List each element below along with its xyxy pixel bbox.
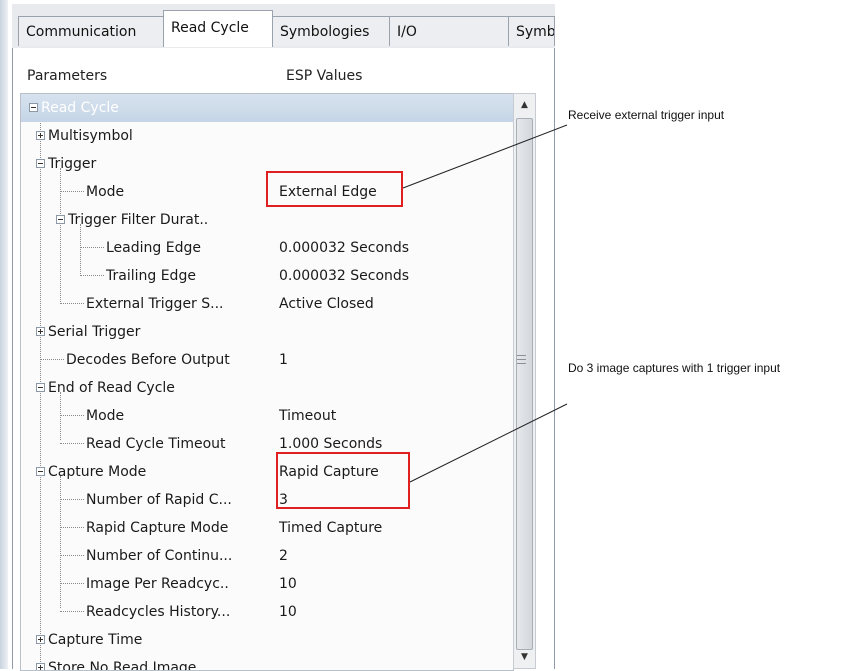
tree-row-image-per-readcycle[interactable]: Image Per Readcyc.. 10: [21, 570, 513, 598]
tree-row-label: Number of Rapid C...: [86, 492, 232, 508]
scrollbar-thumb[interactable]: [516, 118, 533, 650]
tree-row-label: Read Cycle Timeout: [86, 436, 226, 452]
tree-row-label: Capture Time: [48, 632, 143, 648]
tree-row-label: Rapid Capture Mode: [86, 520, 229, 536]
tree-row-number-of-continuous[interactable]: Number of Continu... 2: [21, 542, 513, 570]
tree-row-label: Trigger Filter Durat..: [68, 212, 209, 228]
collapse-icon[interactable]: [56, 215, 65, 224]
expand-icon[interactable]: [36, 327, 45, 336]
tree-row-label: Capture Mode: [48, 464, 147, 480]
tree-row-read-cycle[interactable]: Read Cycle: [21, 94, 513, 122]
highlight-box-trigger-mode: [266, 171, 403, 207]
tree-row-label: Number of Continu...: [86, 548, 233, 564]
tree-row-value[interactable]: 10: [279, 598, 297, 626]
tree-row-label: Leading Edge: [106, 240, 201, 256]
tree-row-decodes-before-output[interactable]: Decodes Before Output 1: [21, 346, 513, 374]
scroll-down-arrow-icon[interactable]: ▼: [514, 646, 535, 668]
tree-row-value[interactable]: Active Closed: [279, 290, 374, 318]
tab-symbologies[interactable]: Symbologies: [272, 16, 390, 46]
vertical-scrollbar[interactable]: ▲ ▼: [513, 93, 536, 669]
tab-bar: Communication Read Cycle Symbologies I/O…: [12, 4, 555, 49]
tree-row-end-of-read-cycle[interactable]: End of Read Cycle: [21, 374, 513, 402]
tree-row-label: Mode: [86, 408, 125, 424]
tree-row-external-trigger-state[interactable]: External Trigger S... Active Closed: [21, 290, 513, 318]
tree-row-read-cycle-timeout[interactable]: Read Cycle Timeout 1.000 Seconds: [21, 430, 513, 458]
tree-row-label: Readcycles History...: [86, 604, 231, 620]
tree-row-value[interactable]: Timed Capture: [279, 514, 382, 542]
tab-read-cycle[interactable]: Read Cycle: [163, 10, 273, 47]
tree-row-label: Trailing Edge: [106, 268, 196, 284]
tab-symbol-truncated[interactable]: Symb: [508, 16, 555, 46]
tree-row-store-no-read-image[interactable]: Store No Read Image: [21, 654, 513, 671]
tree-row-label: Serial Trigger: [48, 324, 141, 340]
tree-row-value[interactable]: 0.000032 Seconds: [279, 234, 409, 262]
collapse-icon[interactable]: [36, 159, 45, 168]
tree-row-label: Read Cycle: [41, 100, 119, 116]
tree-row-serial-trigger[interactable]: Serial Trigger: [21, 318, 513, 346]
column-header-parameters: Parameters: [27, 68, 108, 84]
scrollbar-grip-icon: [517, 355, 526, 364]
tree-row-label: Image Per Readcyc..: [86, 576, 229, 592]
tree-row-label: Store No Read Image: [48, 660, 197, 671]
tree-row-capture-mode[interactable]: Capture Mode Rapid Capture: [21, 458, 513, 486]
tree-row-capture-time[interactable]: Capture Time: [21, 626, 513, 654]
column-header-values: ESP Values: [286, 68, 363, 84]
scroll-up-arrow-icon[interactable]: ▲: [514, 94, 535, 116]
tree-row-rapid-capture-mode[interactable]: Rapid Capture Mode Timed Capture: [21, 514, 513, 542]
tree-row-label: Decodes Before Output: [66, 352, 230, 368]
collapse-icon[interactable]: [36, 467, 45, 476]
collapse-icon[interactable]: [29, 103, 38, 112]
expand-icon[interactable]: [36, 635, 45, 644]
tree-row-label: End of Read Cycle: [48, 380, 175, 396]
tree-row-end-mode[interactable]: Mode Timeout: [21, 402, 513, 430]
annotation-capture: Do 3 image captures with 1 trigger input: [568, 361, 781, 375]
tree-row-trigger-filter-duration[interactable]: Trigger Filter Durat..: [21, 206, 513, 234]
window-edge: [0, 0, 8, 669]
highlight-box-rapid-capture: [276, 452, 410, 509]
tree-row-label: Mode: [86, 184, 125, 200]
tree-row-trailing-edge[interactable]: Trailing Edge 0.000032 Seconds: [21, 262, 513, 290]
tab-io[interactable]: I/O: [389, 16, 509, 46]
tree-row-value[interactable]: 2: [279, 542, 288, 570]
tree-row-value[interactable]: Timeout: [279, 402, 336, 430]
tree-row-value[interactable]: 10: [279, 570, 297, 598]
tree-row-leading-edge[interactable]: Leading Edge 0.000032 Seconds: [21, 234, 513, 262]
collapse-icon[interactable]: [36, 383, 45, 392]
expand-icon[interactable]: [36, 663, 45, 670]
annotation-trigger: Receive external trigger input: [568, 108, 725, 122]
tree-row-label: Multisymbol: [48, 128, 133, 144]
tree-row-readcycles-history[interactable]: Readcycles History... 10: [21, 598, 513, 626]
tree-row-label: External Trigger S...: [86, 296, 224, 312]
expand-icon[interactable]: [36, 131, 45, 140]
tree-row-value[interactable]: 1: [279, 346, 288, 374]
tree-row-number-of-rapid-captures[interactable]: Number of Rapid C... 3: [21, 486, 513, 514]
tab-communication[interactable]: Communication: [18, 16, 164, 46]
tree-row-label: Trigger: [48, 156, 97, 172]
tree-row-value[interactable]: 0.000032 Seconds: [279, 262, 409, 290]
tree-row-multisymbol[interactable]: Multisymbol: [21, 122, 513, 150]
